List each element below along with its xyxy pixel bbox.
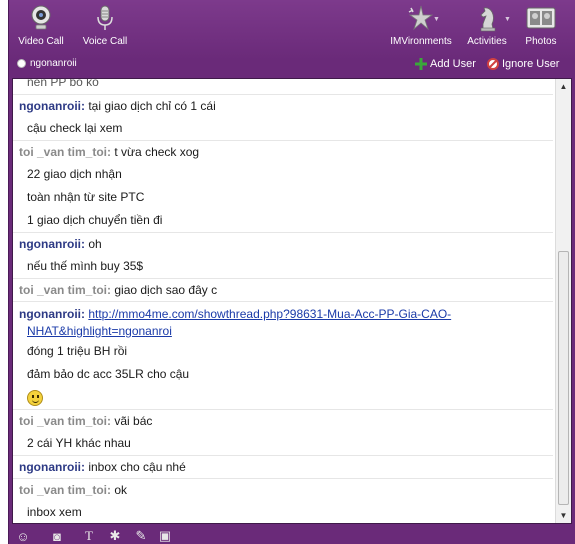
insert-icon[interactable]: ▣ — [157, 528, 173, 543]
message-continuation: 1 giao dịch chuyển tiền đi — [27, 213, 163, 227]
imvironments-dropdown-icon[interactable]: ▼ — [433, 16, 440, 23]
sender-name: ngonanroii — [19, 460, 81, 474]
nudge-icon[interactable]: ✱ — [107, 528, 123, 543]
message-row: ngonanroii: tại giao dịch chỉ có 1 cái — [13, 94, 553, 117]
message-text: giao dịch sao đây c — [114, 283, 218, 297]
attachment-icon[interactable]: ✎ — [133, 528, 149, 543]
message-text: tại giao dịch chỉ có 1 cái — [88, 99, 216, 113]
photos-icon — [526, 3, 556, 33]
photos-label: Photos — [525, 36, 557, 47]
toolbar: Video Call Voice Call IMVironments ▼ Act… — [9, 0, 575, 56]
chat-history[interactable]: nên PP bo ko ngonanroii: tại giao dịch c… — [12, 78, 572, 524]
message-continuation: inbox xem — [27, 505, 82, 519]
status-bar: ngonanroii Add User Ignore User — [9, 56, 575, 76]
formatting-toolbar: ☺ ◙ T ✱ ✎ ▣ — [9, 526, 575, 544]
sender-name: ngonanroii — [19, 307, 81, 321]
message-text: vãi bác — [114, 414, 153, 428]
scrollbar-thumb[interactable] — [558, 251, 569, 505]
imvironments-icon — [406, 3, 436, 33]
chess-knight-icon — [472, 3, 502, 33]
activities-label: Activities — [467, 36, 507, 47]
voice-call-button[interactable]: Voice Call — [81, 3, 129, 51]
sender-name: toi _van tim_toi — [19, 145, 108, 159]
message-row: toi _van tim_toi: vãi bác — [13, 409, 553, 432]
message-continuation: đảm bảo dc acc 35LR cho cậu — [27, 367, 190, 381]
plus-icon — [415, 58, 427, 70]
microphone-icon — [90, 3, 120, 33]
sender-name: ngonanroii — [19, 99, 81, 113]
add-user-label: Add User — [430, 58, 476, 70]
audibles-icon[interactable]: ◙ — [49, 529, 65, 544]
message-text: t vừa check xog — [114, 145, 200, 159]
message-row: toi _van tim_toi: giao dịch sao đây c — [13, 278, 553, 301]
imvironments-button[interactable]: IMVironments — [389, 3, 453, 51]
message-text: ok — [114, 483, 128, 497]
thread-link-continuation[interactable]: NHAT&highlight=ngonanroi — [27, 324, 172, 338]
activities-dropdown-icon[interactable]: ▼ — [504, 16, 511, 23]
message-text: inbox cho cậu nhé — [88, 460, 186, 474]
vertical-scrollbar[interactable]: ▲ ▼ — [555, 79, 571, 523]
emoticons-icon[interactable]: ☺ — [15, 529, 31, 544]
block-icon — [487, 58, 499, 70]
webcam-icon — [26, 3, 56, 33]
message-continuation: cậu check lại xem — [27, 121, 123, 135]
sender-name: toi _van tim_toi — [19, 483, 108, 497]
photos-button[interactable]: Photos — [521, 3, 561, 51]
partial-message: nên PP bo ko — [27, 78, 99, 89]
message-continuation: đóng 1 triệu BH rồi — [27, 344, 128, 358]
contact-name: ngonanroii — [30, 58, 77, 69]
link-message-second-line: NHAT&highlight=ngonanroi — [13, 323, 553, 340]
message-continuation: 2 cái YH khác nhau — [27, 436, 131, 450]
message-list: nên PP bo ko ngonanroii: tại giao dịch c… — [13, 78, 553, 523]
imvironments-label: IMVironments — [390, 36, 452, 47]
video-call-button[interactable]: Video Call — [17, 3, 65, 51]
ignore-user-label: Ignore User — [502, 58, 560, 70]
contact-presence[interactable]: ngonanroii — [17, 58, 77, 69]
message-continuation: toàn nhận từ site PTC — [27, 190, 145, 204]
sender-name: toi _van tim_toi — [19, 283, 108, 297]
link-message-first-line: ngonanroii: http://mmo4me.com/showthread… — [19, 307, 452, 321]
activities-button[interactable]: Activities — [465, 3, 509, 51]
presence-status-icon — [17, 59, 26, 68]
sender-name: ngonanroii — [19, 237, 81, 251]
yahoo-messenger-chat-window: Video Call Voice Call IMVironments ▼ Act… — [8, 0, 575, 544]
font-icon[interactable]: T — [81, 528, 97, 543]
sender-name: toi _van tim_toi — [19, 414, 108, 428]
message-continuation: nếu thế mình buy 35$ — [27, 259, 144, 273]
scroll-up-icon[interactable]: ▲ — [556, 79, 571, 94]
message-row: toi _van tim_toi: t vừa check xog — [13, 140, 553, 163]
message-row: ngonanroii: inbox cho cậu nhé — [13, 455, 553, 478]
add-user-button[interactable]: Add User — [415, 58, 476, 70]
emoticon-row — [13, 386, 553, 409]
ignore-user-button[interactable]: Ignore User — [487, 58, 559, 70]
message-row: ngonanroii: http://mmo4me.com/showthread… — [13, 301, 553, 340]
video-call-label: Video Call — [18, 36, 64, 47]
background-window — [0, 0, 8, 544]
voice-call-label: Voice Call — [82, 36, 128, 47]
thread-link[interactable]: http://mmo4me.com/showthread.php?98631-M… — [88, 307, 451, 321]
message-row: ngonanroii: oh — [13, 232, 553, 255]
scroll-down-icon[interactable]: ▼ — [556, 508, 571, 523]
message-continuation: 22 giao dịch nhận — [27, 167, 122, 181]
smiley-icon — [27, 389, 43, 406]
message-text: oh — [88, 237, 102, 251]
message-row: toi _van tim_toi: ok — [13, 478, 553, 501]
